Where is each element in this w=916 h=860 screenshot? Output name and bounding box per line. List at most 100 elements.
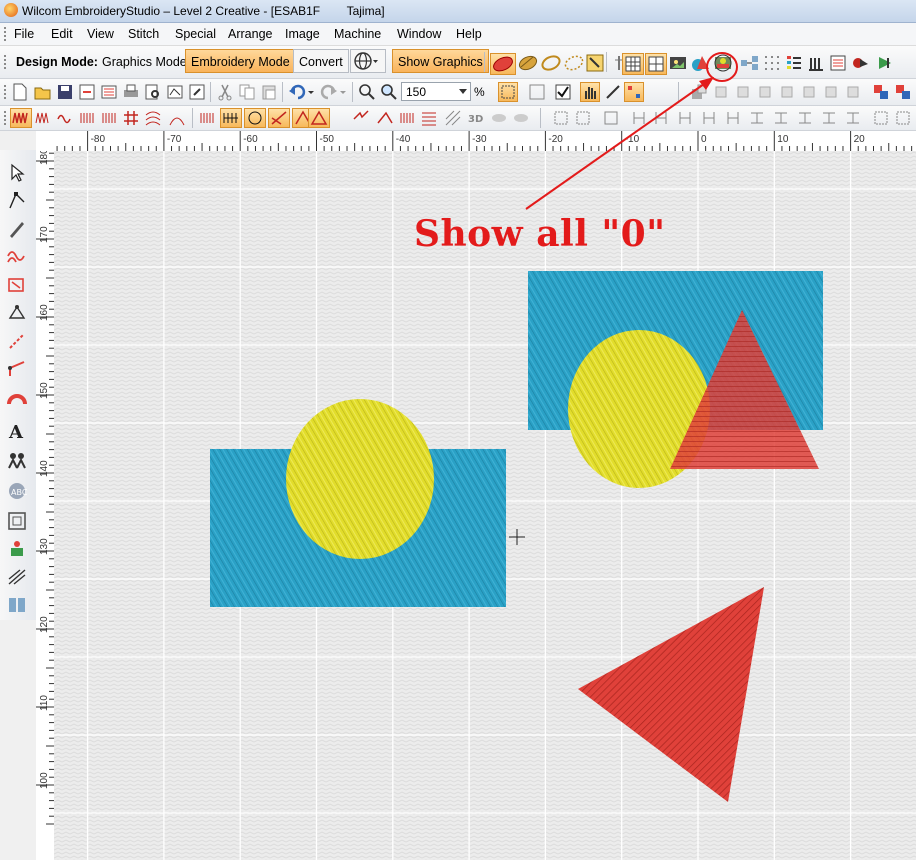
new-document-icon[interactable] bbox=[12, 83, 30, 101]
align-icon[interactable] bbox=[844, 109, 862, 127]
reshape-icon[interactable] bbox=[6, 190, 28, 212]
arrange-icon[interactable] bbox=[844, 83, 862, 101]
tatami-stitch-icon[interactable] bbox=[517, 53, 539, 75]
stitch-effect-icon[interactable] bbox=[34, 109, 52, 127]
align-icon[interactable] bbox=[652, 109, 670, 127]
color-blocks-icon[interactable] bbox=[894, 83, 912, 101]
dotted-grid-icon[interactable] bbox=[763, 54, 781, 72]
grid-icon[interactable] bbox=[622, 53, 644, 75]
menu-file[interactable]: File bbox=[14, 27, 34, 41]
arc-stitch-icon[interactable] bbox=[6, 388, 28, 410]
show-picture-icon[interactable] bbox=[668, 53, 690, 75]
menu-arrange[interactable]: Arrange bbox=[228, 27, 272, 41]
split-object-icon[interactable] bbox=[6, 594, 28, 616]
dotted-outline-icon[interactable] bbox=[563, 53, 585, 75]
save-icon[interactable] bbox=[56, 83, 74, 101]
appliqué-icon[interactable] bbox=[6, 510, 28, 532]
send-icon[interactable] bbox=[100, 83, 118, 101]
stitch-effect-icon[interactable] bbox=[198, 109, 216, 127]
stitch-angle-icon[interactable] bbox=[6, 566, 28, 588]
colorways-icon[interactable] bbox=[690, 53, 712, 75]
copy-icon[interactable] bbox=[238, 83, 256, 101]
stitch-view-icon[interactable] bbox=[528, 83, 546, 101]
reshape-nodes-icon[interactable] bbox=[624, 82, 644, 102]
color-blocks-icon[interactable] bbox=[872, 83, 890, 101]
stitch-effect-icon[interactable] bbox=[444, 109, 462, 127]
undo-icon[interactable] bbox=[288, 83, 316, 101]
node-edit-icon[interactable] bbox=[6, 302, 28, 324]
align-icon[interactable] bbox=[820, 109, 838, 127]
freehand-stitch-icon[interactable] bbox=[6, 246, 28, 268]
align-icon[interactable] bbox=[552, 109, 570, 127]
menu-special[interactable]: Special bbox=[175, 27, 216, 41]
yellow-circle-left[interactable] bbox=[286, 399, 434, 559]
hoop-grid-icon[interactable] bbox=[645, 53, 667, 75]
align-icon[interactable] bbox=[602, 109, 620, 127]
menu-stitch[interactable]: Stitch bbox=[128, 27, 159, 41]
design-canvas[interactable] bbox=[54, 151, 916, 860]
redo-icon[interactable] bbox=[320, 83, 348, 101]
zoom-combobox[interactable]: 150 bbox=[401, 82, 471, 101]
select-arrow-icon[interactable] bbox=[6, 162, 28, 184]
align-icon[interactable] bbox=[724, 109, 742, 127]
print-icon[interactable] bbox=[122, 83, 140, 101]
show-hoop-icon[interactable] bbox=[498, 82, 518, 102]
print-preview-icon[interactable] bbox=[144, 83, 162, 101]
globe-dropdown-button[interactable] bbox=[350, 49, 386, 73]
stitch-effect-icon[interactable] bbox=[100, 109, 118, 127]
align-icon[interactable] bbox=[574, 109, 592, 127]
stitch-effect-icon[interactable] bbox=[352, 109, 370, 127]
align-icon[interactable] bbox=[748, 109, 766, 127]
stitch-effect-icon[interactable] bbox=[398, 109, 416, 127]
measure-icon[interactable] bbox=[604, 83, 622, 101]
zoom-box-icon[interactable] bbox=[358, 83, 376, 101]
align-icon[interactable] bbox=[894, 109, 912, 127]
line-digitize-icon[interactable] bbox=[6, 330, 28, 352]
stitch-effect-icon[interactable] bbox=[78, 109, 96, 127]
3d-icon[interactable]: 3D bbox=[466, 109, 486, 127]
align-icon[interactable] bbox=[630, 109, 648, 127]
machine-icon[interactable] bbox=[876, 54, 894, 72]
hash-stitch-icon[interactable] bbox=[122, 109, 140, 127]
lettering-icon[interactable]: A bbox=[6, 420, 28, 443]
polyline-icon[interactable] bbox=[6, 358, 28, 380]
stitch-effect-icon[interactable] bbox=[244, 108, 266, 128]
stitch-effect-icon[interactable] bbox=[376, 109, 394, 127]
menu-edit[interactable]: Edit bbox=[51, 27, 73, 41]
convert-button[interactable]: Convert bbox=[293, 49, 349, 73]
arrange-back-icon[interactable] bbox=[690, 83, 708, 101]
stitch-effect-icon[interactable] bbox=[512, 109, 530, 127]
toolbar-grip[interactable] bbox=[4, 85, 9, 99]
zoom-icon[interactable] bbox=[380, 83, 398, 101]
toolbar-grip[interactable] bbox=[4, 27, 9, 41]
align-icon[interactable] bbox=[772, 109, 790, 127]
run-icon[interactable] bbox=[6, 274, 28, 296]
align-icon[interactable] bbox=[796, 109, 814, 127]
menu-image[interactable]: Image bbox=[285, 27, 320, 41]
arrange-icon[interactable] bbox=[734, 83, 752, 101]
export-icon[interactable] bbox=[78, 83, 96, 101]
sequence-icon[interactable] bbox=[807, 54, 825, 72]
auto-digitize-icon[interactable] bbox=[6, 538, 28, 560]
paste-icon[interactable] bbox=[260, 83, 278, 101]
stitch-player-icon[interactable] bbox=[188, 83, 206, 101]
stitch-effect-icon[interactable] bbox=[268, 108, 290, 128]
align-icon[interactable] bbox=[700, 109, 718, 127]
arrange-icon[interactable] bbox=[822, 83, 840, 101]
fill-stitch-icon[interactable] bbox=[10, 108, 32, 128]
arrange-icon[interactable] bbox=[800, 83, 818, 101]
checkbox-icon[interactable] bbox=[554, 83, 572, 101]
show-graphics-button[interactable]: Show Graphics bbox=[392, 49, 489, 73]
color-film-icon[interactable] bbox=[785, 54, 803, 72]
cut-icon[interactable] bbox=[216, 83, 234, 101]
arrange-icon[interactable] bbox=[778, 83, 796, 101]
monogram-icon[interactable]: ABC bbox=[6, 480, 28, 502]
stitch-effect-icon[interactable] bbox=[308, 108, 330, 128]
design-artwork[interactable] bbox=[54, 151, 916, 860]
people-icon[interactable] bbox=[6, 450, 28, 472]
toolbar-grip[interactable] bbox=[4, 111, 9, 125]
open-folder-icon[interactable] bbox=[34, 83, 52, 101]
stitch-effect-icon[interactable] bbox=[56, 109, 74, 127]
arrange-forward-icon[interactable] bbox=[712, 83, 730, 101]
wave-stitch-icon[interactable] bbox=[144, 109, 162, 127]
